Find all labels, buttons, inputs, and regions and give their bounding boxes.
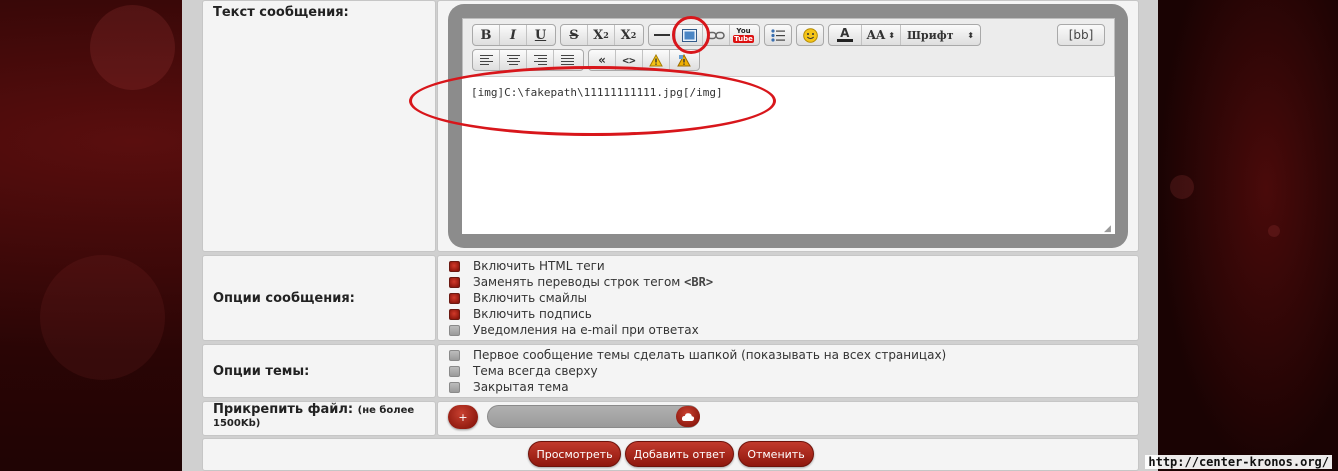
bb-mode-button[interactable]: [bb] xyxy=(1057,24,1105,46)
horizontal-rule-icon xyxy=(654,34,670,36)
annotation-circle xyxy=(672,16,710,54)
option-label: Включить смайлы xyxy=(473,291,587,305)
code-icon: <> xyxy=(622,53,636,67)
option-label: Закрытая тема xyxy=(473,380,569,394)
file-input[interactable] xyxy=(487,405,700,428)
bold-button[interactable]: B xyxy=(473,25,500,45)
option-label: Включить подпись xyxy=(473,307,592,321)
font-select[interactable]: Шрифт ⬍ xyxy=(901,25,980,45)
underline-button[interactable]: U xyxy=(527,25,554,45)
upload-button[interactable] xyxy=(676,406,700,427)
message-label: Текст сообщения: xyxy=(213,5,349,20)
subscript-button[interactable]: X2 xyxy=(615,25,642,45)
option-checkbox[interactable] xyxy=(449,293,460,304)
watermark: http://center-kronos.org/ xyxy=(1145,455,1332,469)
message-options-label: Опции сообщения: xyxy=(213,291,355,306)
format-group: B I U xyxy=(472,24,556,46)
option-checkbox[interactable] xyxy=(449,325,460,336)
updown-icon: ⬍ xyxy=(967,30,974,40)
annotation-ellipse xyxy=(409,66,776,136)
submit-reply-button[interactable]: Добавить ответ xyxy=(625,441,734,467)
option-label: Первое сообщение темы сделать шапкой (по… xyxy=(473,348,947,362)
background-bokeh xyxy=(90,5,175,90)
preview-button[interactable]: Просмотреть xyxy=(528,441,621,467)
option-checkbox[interactable] xyxy=(449,277,460,288)
strike-button[interactable]: S xyxy=(561,25,588,45)
option-label: Включить HTML теги xyxy=(473,259,605,273)
option-checkbox[interactable] xyxy=(449,309,460,320)
font-group: A AA ⬍ Шрифт ⬍ xyxy=(828,24,981,46)
option-checkbox[interactable] xyxy=(449,366,460,377)
background-bokeh xyxy=(1268,225,1280,237)
warning-icon xyxy=(649,53,663,66)
attach-label: Прикрепить файл: (не более 1500Kb) xyxy=(213,402,415,429)
youtube-icon: You Tube xyxy=(733,27,754,43)
align-right-icon xyxy=(533,54,547,66)
superscript-button[interactable]: X2 xyxy=(588,25,615,45)
text-color-icon: A xyxy=(840,26,850,40)
background-bokeh xyxy=(40,255,165,380)
list-button[interactable] xyxy=(765,25,791,45)
updown-icon: ⬍ xyxy=(888,30,895,40)
list-icon xyxy=(771,28,785,42)
cloud-icon xyxy=(681,412,695,421)
smiley-button[interactable] xyxy=(797,25,823,45)
text-color-button[interactable]: A xyxy=(829,25,862,45)
option-label: Уведомления на e-mail при ответах xyxy=(473,323,699,337)
background-bokeh xyxy=(1170,175,1194,199)
align-left-button[interactable] xyxy=(473,50,500,70)
script-group: S X2 X2 xyxy=(560,24,644,46)
option-checkbox[interactable] xyxy=(449,261,460,272)
smiley-icon xyxy=(802,27,818,43)
resize-grip-icon[interactable]: ◢ xyxy=(1104,224,1111,234)
topic-options-label: Опции темы: xyxy=(213,364,310,379)
quote-icon: « xyxy=(598,53,606,67)
option-checkbox[interactable] xyxy=(449,382,460,393)
message-label-cell xyxy=(202,0,436,252)
text-color-swatch xyxy=(836,39,853,42)
font-size-select[interactable]: AA ⬍ xyxy=(862,25,901,45)
align-center-icon xyxy=(506,54,520,66)
background-right xyxy=(1158,0,1338,471)
list-group xyxy=(764,24,792,46)
smiley-group xyxy=(796,24,824,46)
option-checkbox[interactable] xyxy=(449,350,460,361)
option-label: Заменять переводы строк тегом <BR> xyxy=(473,275,714,289)
cancel-button[interactable]: Отменить xyxy=(738,441,814,467)
option-label: Тема всегда сверху xyxy=(473,364,598,378)
alert-icon xyxy=(676,53,691,66)
add-file-button[interactable]: + xyxy=(448,405,478,429)
youtube-button[interactable]: You Tube xyxy=(730,25,757,45)
align-left-icon xyxy=(479,54,493,66)
align-justify-icon xyxy=(561,54,574,66)
italic-button[interactable]: I xyxy=(500,25,527,45)
align-center-button[interactable] xyxy=(500,50,527,70)
